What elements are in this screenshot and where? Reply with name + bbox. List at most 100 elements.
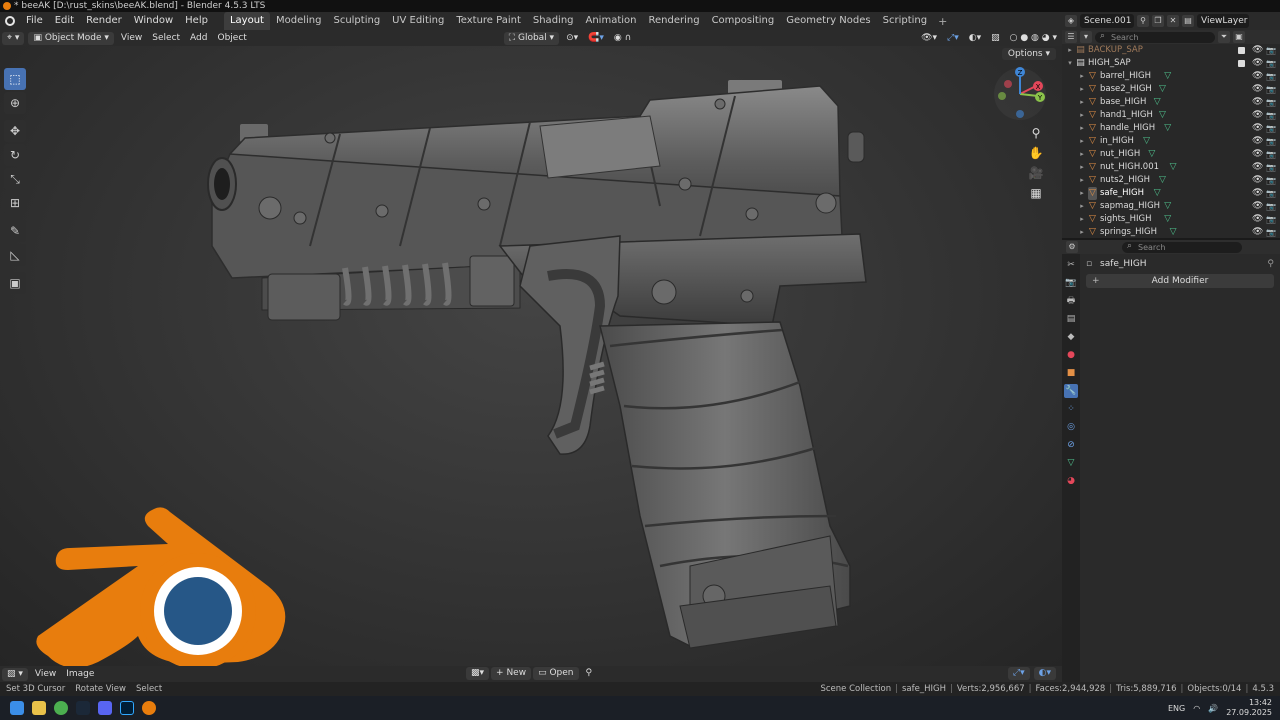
new-collection-icon[interactable]: ▣ [1233,31,1245,43]
mesh-data-icon[interactable]: ▽ [1164,213,1171,226]
render-camera-icon[interactable]: 📷 [1266,57,1276,70]
tab-rendering[interactable]: Rendering [642,12,705,30]
menu-file[interactable]: File [20,12,49,30]
render-camera-icon[interactable]: 📷 [1266,148,1276,161]
object-tab-icon[interactable]: ■ [1064,366,1078,380]
pin-image-icon[interactable]: ⚲ [581,667,598,680]
viewport-menu-add[interactable]: Add [185,32,212,45]
expand-icon[interactable]: ▸ [1078,213,1086,226]
new-image-button[interactable]: + New [491,667,532,680]
expand-icon[interactable]: ▸ [1078,200,1086,213]
render-camera-icon[interactable]: 📷 [1266,174,1276,187]
constraints-tab-icon[interactable]: ⊘ [1064,438,1078,452]
outliner-row[interactable]: ▸ ▽ base_HIGH ▽ 👁 📷 [1062,96,1280,109]
outliner-row[interactable]: ▸ ▽ base2_HIGH ▽ 👁 📷 [1062,83,1280,96]
mesh-data-icon[interactable]: ▽ [1154,96,1161,109]
mesh-data-icon[interactable]: ▽ [1159,83,1166,96]
particles-tab-icon[interactable]: ⁘ [1064,402,1078,416]
visibility-eye-icon[interactable]: 👁 [1252,174,1263,187]
tab-animation[interactable]: Animation [580,12,643,30]
mesh-data-icon[interactable]: ▽ [1154,187,1161,200]
pivot-point-icon[interactable]: ⊙▾ [561,32,583,45]
pin-icon[interactable]: ⚲ [1137,15,1149,27]
outliner-row[interactable]: ▸ ▽ nuts2_HIGH ▽ 👁 📷 [1062,174,1280,187]
visibility-eye-icon[interactable]: 👁 [1252,96,1263,109]
visibility-eye-icon[interactable]: 👁 [1252,109,1263,122]
visibility-eye-icon[interactable]: 👁 [1252,200,1263,213]
measure-tool-icon[interactable]: ◺ [4,244,26,266]
outliner-row[interactable]: ▸ ▤ BACKUP_SAP 👁 📷 [1062,44,1280,57]
pan-hand-icon[interactable]: ✋ [1026,144,1046,162]
visibility-eye-icon[interactable]: 👁 [1252,70,1263,83]
outliner-row[interactable]: ▾ ▤ HIGH_SAP 👁 📷 [1062,57,1280,70]
tab-geometry-nodes[interactable]: Geometry Nodes [780,12,876,30]
viewport-menu-view[interactable]: View [116,32,147,45]
outliner-row[interactable]: ▸ ▽ nut_HIGH.001 ▽ 👁 📷 [1062,161,1280,174]
render-camera-icon[interactable]: 📷 [1266,213,1276,226]
xray-icon[interactable]: ▧ [986,32,1005,45]
scene-name-field[interactable]: Scene.001 [1080,14,1134,28]
visibility-eye-icon[interactable]: 👁 [1252,213,1263,226]
outliner-search-input[interactable]: Search [1095,31,1215,43]
render-tab-icon[interactable]: 📷 [1064,276,1078,290]
tab-shading[interactable]: Shading [527,12,580,30]
chrome-icon[interactable] [54,701,68,715]
menu-help[interactable]: Help [179,12,214,30]
visibility-eye-icon[interactable]: 👁 [1252,122,1263,135]
visibility-eye-icon[interactable]: 👁 [1252,135,1263,148]
view-layer-icon[interactable]: ▤ [1182,15,1194,27]
visibility-icon[interactable]: 👁▾ [916,32,942,45]
render-camera-icon[interactable]: 📷 [1266,135,1276,148]
mesh-data-icon[interactable]: ▽ [1164,122,1171,135]
outliner-row[interactable]: ▸ ▽ sights_HIGH ▽ 👁 📷 [1062,213,1280,226]
view-layer-tab-icon[interactable]: ▤ [1064,312,1078,326]
proportional-edit-icon[interactable]: ◉ ∩ [609,32,636,45]
zoom-icon[interactable]: ⚲ [1026,124,1046,142]
language-indicator[interactable]: ENG [1168,704,1185,713]
expand-icon[interactable]: ▸ [1078,187,1086,200]
visibility-eye-icon[interactable]: 👁 [1252,148,1263,161]
exclude-checkbox[interactable] [1238,47,1245,54]
tab-layout[interactable]: Layout [223,12,270,30]
world-tab-icon[interactable]: ● [1064,348,1078,362]
rotate-tool-icon[interactable]: ↻ [4,144,26,166]
mesh-data-icon[interactable]: ▽ [1164,200,1171,213]
menu-window[interactable]: Window [128,12,179,30]
tab-sculpting[interactable]: Sculpting [327,12,386,30]
exclude-checkbox[interactable] [1238,60,1245,67]
3d-viewport[interactable]: Options ▾ ⬚ ⊕ ✥ ↻ ⤡ ⊞ ✎ ◺ ▣ Z X Y ⚲ ✋ 🎥 … [0,46,1062,666]
tab-modeling[interactable]: Modeling [270,12,328,30]
mesh-data-icon[interactable]: ▽ [1143,135,1150,148]
scene-icon[interactable]: ◈ [1065,15,1077,27]
tool-tab-icon[interactable]: ✂ [1064,258,1078,272]
visibility-eye-icon[interactable]: 👁 [1252,83,1263,96]
new-scene-icon[interactable]: ❐ [1152,15,1164,27]
physics-tab-icon[interactable]: ◎ [1064,420,1078,434]
output-tab-icon[interactable]: 🖶 [1064,294,1078,308]
image-menu-view[interactable]: View [30,668,61,681]
tab-scripting[interactable]: Scripting [877,12,933,30]
delete-scene-icon[interactable]: ✕ [1167,15,1179,27]
mesh-data-icon[interactable]: ▽ [1159,109,1166,122]
expand-icon[interactable]: ▸ [1078,161,1086,174]
outliner-row[interactable]: ▸ ▽ handle_HIGH ▽ 👁 📷 [1062,122,1280,135]
viewport-menu-select[interactable]: Select [147,32,185,45]
navigation-gizmo[interactable]: Z X Y [992,66,1048,122]
expand-icon[interactable]: ▸ [1078,122,1086,135]
render-camera-icon[interactable]: 📷 [1266,122,1276,135]
network-icon[interactable]: ◠ [1193,704,1200,713]
image-gizmo-icon[interactable]: ⤢▾ [1007,667,1030,680]
render-camera-icon[interactable]: 📷 [1266,96,1276,109]
pin-properties-icon[interactable]: ⚲ [1267,254,1274,274]
tab-uv-editing[interactable]: UV Editing [386,12,450,30]
visibility-eye-icon[interactable]: 👁 [1252,226,1263,238]
discord-icon[interactable] [98,701,112,715]
camera-view-icon[interactable]: 🎥 [1026,164,1046,182]
viewport-menu-object[interactable]: Object [212,32,251,45]
modifier-tab-icon[interactable]: 🔧 [1064,384,1078,398]
shading-modes[interactable]: ○ ● ◍ ◕ ▾ [1005,32,1062,45]
expand-icon[interactable]: ▸ [1078,83,1086,96]
move-tool-icon[interactable]: ✥ [4,120,26,142]
snap-icon[interactable]: 🧲▾ [583,32,609,45]
render-camera-icon[interactable]: 📷 [1266,44,1276,57]
